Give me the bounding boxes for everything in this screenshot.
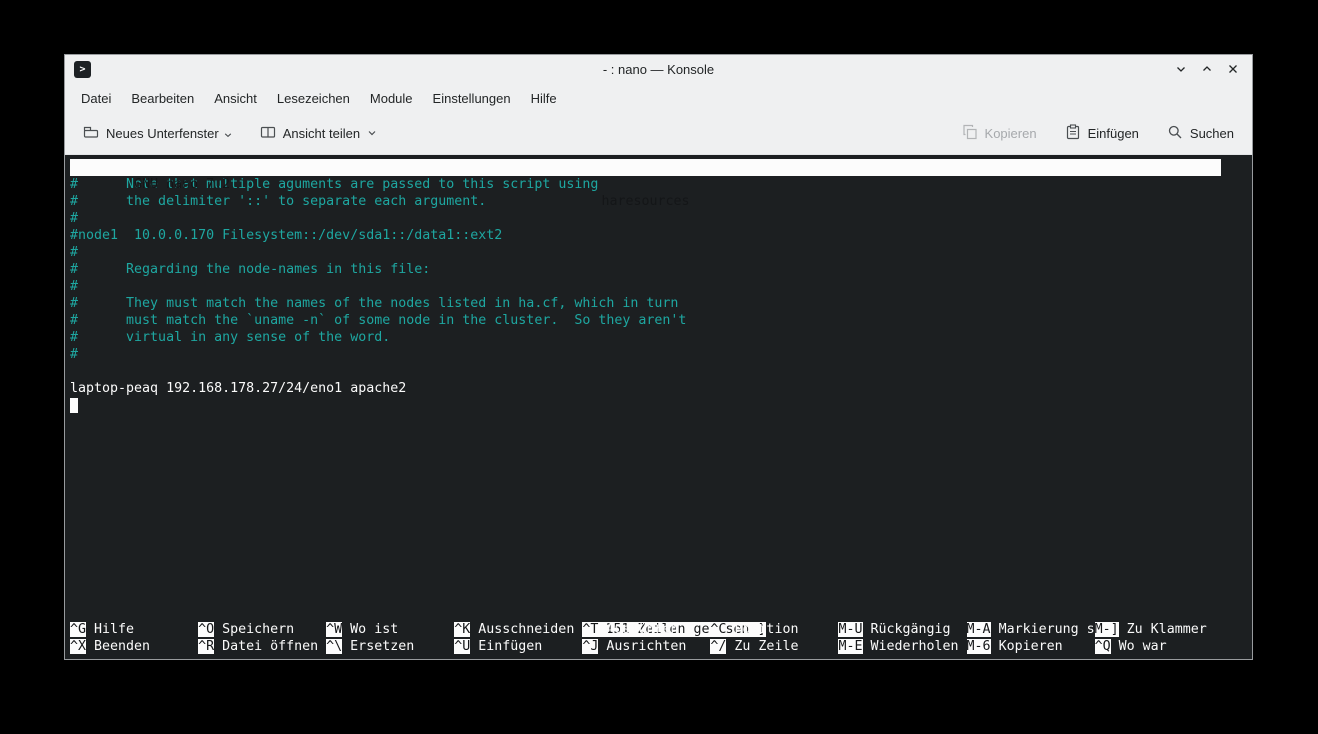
minimize-icon[interactable] <box>1172 60 1190 78</box>
nano-bottom-bars: [ 151 Zeilen gelesen ] ^G Hilfe^O Speich… <box>70 604 1221 655</box>
menu-item-einstellungen[interactable]: Einstellungen <box>423 86 521 111</box>
nano-shortcut-key: ^X <box>70 639 86 654</box>
menu-item-ansicht[interactable]: Ansicht <box>204 86 267 111</box>
search-label: Suchen <box>1190 126 1234 141</box>
nano-shortcut: ^W Wo ist <box>326 621 454 638</box>
terminal-line <box>70 363 1252 380</box>
nano-shortcut-key: ^T <box>582 622 598 637</box>
terminal-line <box>70 397 1252 414</box>
chevron-down-icon <box>367 126 377 141</box>
terminal-line: # <box>70 210 1252 227</box>
nano-shortcuts-row1: ^G Hilfe^O Speichern^W Wo ist^K Ausschne… <box>70 621 1221 638</box>
menu-item-bearbeiten[interactable]: Bearbeiten <box>121 86 204 111</box>
nano-shortcut-key: ^U <box>454 639 470 654</box>
nano-version: GNU nano 7.2 <box>118 177 230 192</box>
nano-shortcut: ^/ Zu Zeile <box>710 638 838 655</box>
nano-shortcut: ^C Position <box>710 621 838 638</box>
menu-item-datei[interactable]: Datei <box>71 86 121 111</box>
nano-shortcut: ^J Ausrichten <box>582 638 710 655</box>
maximize-icon[interactable] <box>1198 60 1216 78</box>
terminal-line: # virtual in any sense of the word. <box>70 329 1252 346</box>
nano-shortcut-key: ^C <box>710 622 726 637</box>
search-button[interactable]: Suchen <box>1159 118 1242 149</box>
terminal-line: #node1 10.0.0.170 Filesystem::/dev/sda1:… <box>70 227 1252 244</box>
nano-shortcut: ^R Datei öffnen <box>198 638 326 655</box>
terminal-line: # <box>70 278 1252 295</box>
titlebar[interactable]: > - : nano — Konsole <box>65 55 1252 83</box>
nano-shortcut: ^G Hilfe <box>70 621 198 638</box>
window-title: - : nano — Konsole <box>65 62 1252 77</box>
terminal[interactable]: GNU nano 7.2 haresources # Note that mul… <box>65 155 1252 659</box>
menu-item-hilfe[interactable]: Hilfe <box>521 86 567 111</box>
nano-shortcuts-row2: ^X Beenden^R Datei öffnen^\ Ersetzen^U E… <box>70 638 1221 655</box>
paste-button[interactable]: Einfügen <box>1057 118 1147 149</box>
nano-shortcut-key: ^W <box>326 622 342 637</box>
nano-shortcut-key: ^K <box>454 622 470 637</box>
terminal-line: # must match the `uname -n` of some node… <box>70 312 1252 329</box>
terminal-cursor <box>70 398 78 413</box>
terminal-line: laptop-peaq 192.168.178.27/24/eno1 apach… <box>70 380 1252 397</box>
nano-shortcut-key: ^Q <box>1095 639 1111 654</box>
nano-shortcut-key: M-A <box>967 622 991 637</box>
nano-shortcut: M-E Wiederholen <box>838 638 966 655</box>
paste-icon <box>1065 124 1081 143</box>
nano-shortcut-key: ^O <box>198 622 214 637</box>
menu-item-lesezeichen[interactable]: Lesezeichen <box>267 86 360 111</box>
nano-shortcut: M-U Rückgängig <box>838 621 966 638</box>
menubar: DateiBearbeitenAnsichtLesezeichenModuleE… <box>65 83 1252 113</box>
nano-shortcut: ^X Beenden <box>70 638 198 655</box>
copy-icon <box>962 124 978 143</box>
terminal-lines: # Note that multiple aguments are passed… <box>70 176 1252 414</box>
close-icon[interactable] <box>1224 60 1242 78</box>
tab-new-icon <box>83 124 99 143</box>
terminal-line: # Note that multiple aguments are passed… <box>70 176 1252 193</box>
search-icon <box>1167 124 1183 143</box>
nano-titlebar: GNU nano 7.2 haresources <box>70 159 1221 176</box>
nano-shortcut-key: M-U <box>838 622 862 637</box>
nano-shortcut: ^Q Wo war <box>1095 638 1223 655</box>
nano-shortcut-key: M-E <box>838 639 862 654</box>
nano-shortcut-key: ^G <box>70 622 86 637</box>
copy-label: Kopieren <box>985 126 1037 141</box>
nano-shortcut-key: M-6 <box>967 639 991 654</box>
paste-label: Einfügen <box>1088 126 1139 141</box>
nano-shortcut: M-6 Kopieren <box>967 638 1095 655</box>
nano-shortcut: ^O Speichern <box>198 621 326 638</box>
nano-shortcut: ^U Einfügen <box>454 638 582 655</box>
new-tab-button[interactable]: Neues Unterfenster <box>75 118 240 149</box>
nano-shortcut: M-A Markierung s <box>967 621 1095 638</box>
terminal-line: # <box>70 244 1252 261</box>
terminal-line: # They must match the names of the nodes… <box>70 295 1252 312</box>
nano-status-line: [ 151 Zeilen gelesen ] <box>70 604 1221 621</box>
split-view-label: Ansicht teilen <box>283 126 360 141</box>
nano-shortcut-key: ^\ <box>326 639 342 654</box>
chevron-down-icon <box>224 127 232 142</box>
nano-shortcut-key: ^/ <box>710 639 726 654</box>
nano-shortcut: M-] Zu Klammer <box>1095 621 1223 638</box>
toolbar: Neues Unterfenster Ansicht teilen Kopier… <box>65 113 1252 155</box>
menu-item-module[interactable]: Module <box>360 86 423 111</box>
nano-filename: haresources <box>601 193 689 210</box>
nano-shortcut-key: ^R <box>198 639 214 654</box>
nano-shortcut: ^\ Ersetzen <box>326 638 454 655</box>
window-controls <box>1172 60 1252 78</box>
terminal-line: # Regarding the node-names in this file: <box>70 261 1252 278</box>
nano-shortcut: ^K Ausschneiden <box>454 621 582 638</box>
nano-shortcut: ^T Ausführen <box>582 621 710 638</box>
split-view-button[interactable]: Ansicht teilen <box>252 118 385 149</box>
nano-shortcut-key: ^J <box>582 639 598 654</box>
new-tab-label: Neues Unterfenster <box>106 126 219 141</box>
split-view-icon <box>260 124 276 143</box>
copy-button[interactable]: Kopieren <box>954 118 1045 149</box>
nano-shortcut-key: M-] <box>1095 622 1119 637</box>
terminal-line: # <box>70 346 1252 363</box>
konsole-window: > - : nano — Konsole DateiBearbeitenAnsi… <box>64 54 1253 660</box>
